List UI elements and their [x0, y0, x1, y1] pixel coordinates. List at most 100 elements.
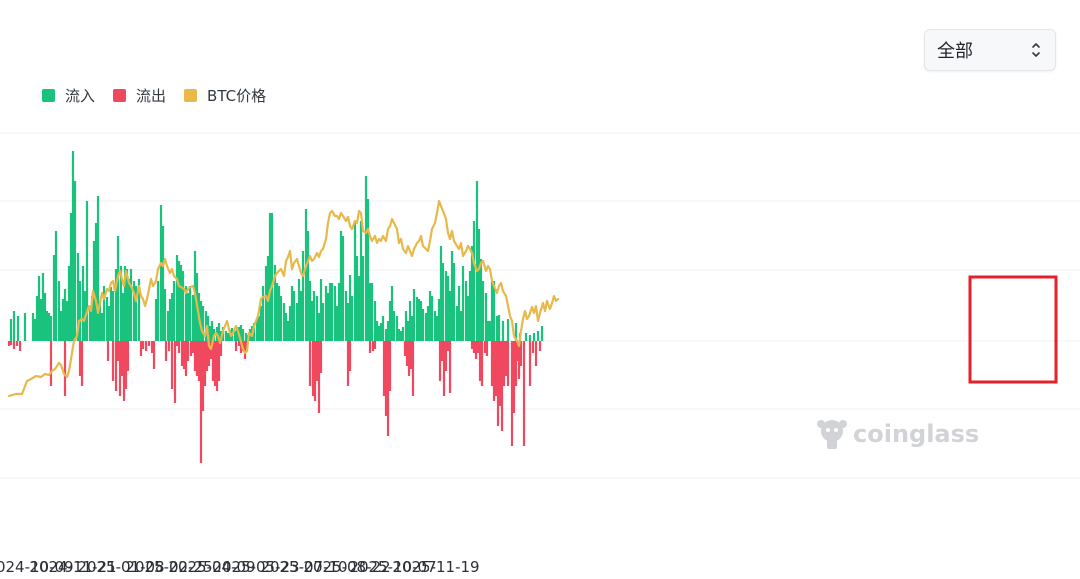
- inflow-bar[interactable]: [417, 299, 421, 341]
- inflow-bar[interactable]: [326, 293, 330, 341]
- outflow-bar[interactable]: [514, 341, 518, 386]
- inflow-bar[interactable]: [315, 296, 319, 341]
- inflow-bar[interactable]: [290, 286, 294, 341]
- inflow-bar[interactable]: [308, 281, 312, 341]
- inflow-bar[interactable]: [41, 273, 45, 341]
- outflow-bar[interactable]: [144, 341, 148, 351]
- outflow-bar[interactable]: [313, 341, 317, 401]
- inflow-bar[interactable]: [159, 205, 163, 341]
- inflow-bar[interactable]: [170, 293, 174, 341]
- inflow-bar[interactable]: [475, 181, 479, 341]
- outflow-bar[interactable]: [386, 341, 390, 436]
- outflow-bar[interactable]: [12, 341, 16, 349]
- inflow-bar[interactable]: [301, 251, 305, 341]
- inflow-bar[interactable]: [399, 331, 403, 341]
- inflow-bar[interactable]: [346, 303, 350, 341]
- outflow-bar[interactable]: [152, 341, 156, 369]
- inflow-bar[interactable]: [35, 296, 39, 341]
- inflow-bar[interactable]: [279, 296, 283, 341]
- inflow-bar[interactable]: [54, 231, 58, 341]
- outflow-bar[interactable]: [538, 341, 542, 351]
- inflow-bar[interactable]: [406, 321, 410, 341]
- outflow-bar[interactable]: [470, 341, 474, 349]
- inflow-bar[interactable]: [452, 263, 456, 341]
- inflow-bar[interactable]: [43, 293, 47, 341]
- inflow-bar[interactable]: [226, 333, 230, 341]
- outflow-bar[interactable]: [444, 341, 448, 371]
- outflow-bar[interactable]: [80, 341, 84, 386]
- outflow-bar[interactable]: [483, 341, 487, 353]
- inflow-bar[interactable]: [16, 316, 20, 341]
- inflow-bar[interactable]: [59, 311, 63, 341]
- inflow-bar[interactable]: [464, 281, 468, 341]
- outflow-bar[interactable]: [141, 341, 145, 349]
- outflow-bar[interactable]: [201, 341, 205, 411]
- inflow-bar[interactable]: [466, 296, 470, 341]
- inflow-bar[interactable]: [45, 311, 49, 341]
- outflow-bar[interactable]: [114, 341, 118, 391]
- outflow-bar[interactable]: [472, 341, 476, 353]
- inflow-bar[interactable]: [426, 306, 430, 341]
- inflow-bar[interactable]: [69, 213, 73, 341]
- outflow-bar[interactable]: [170, 341, 174, 389]
- inflow-bar[interactable]: [33, 319, 37, 341]
- inflow-bar[interactable]: [381, 316, 385, 341]
- outflow-bar[interactable]: [438, 341, 442, 381]
- inflow-bar[interactable]: [288, 306, 292, 341]
- outflow-bar[interactable]: [510, 341, 514, 446]
- inflow-bar[interactable]: [264, 266, 268, 341]
- outflow-bar[interactable]: [186, 341, 190, 361]
- inflow-bar[interactable]: [506, 319, 510, 341]
- inflow-bar[interactable]: [100, 313, 104, 341]
- outflow-bar[interactable]: [504, 341, 508, 376]
- inflow-bar[interactable]: [430, 296, 434, 341]
- inflow-bar[interactable]: [437, 299, 441, 341]
- inflow-bar[interactable]: [163, 289, 167, 341]
- outflow-bar[interactable]: [106, 341, 110, 361]
- inflow-bar[interactable]: [459, 311, 463, 341]
- outflow-bar[interactable]: [308, 341, 312, 386]
- outflow-bar[interactable]: [446, 341, 450, 351]
- inflow-bar[interactable]: [65, 301, 69, 341]
- inflow-bar[interactable]: [270, 213, 274, 341]
- inflow-bar[interactable]: [61, 299, 65, 341]
- outflow-bar[interactable]: [122, 341, 126, 401]
- legend-item-inflow[interactable]: 流入: [42, 85, 95, 106]
- outflow-bar[interactable]: [502, 341, 506, 386]
- inflow-bar[interactable]: [370, 283, 374, 341]
- inflow-bar[interactable]: [191, 295, 195, 341]
- outflow-bar[interactable]: [317, 341, 321, 413]
- inflow-bar[interactable]: [384, 329, 388, 341]
- outflow-bar[interactable]: [411, 341, 415, 396]
- inflow-bar[interactable]: [63, 289, 67, 341]
- inflow-bar[interactable]: [261, 286, 265, 341]
- outflow-bar[interactable]: [496, 341, 500, 426]
- inflow-bar[interactable]: [368, 283, 372, 341]
- inflow-bar[interactable]: [488, 321, 492, 341]
- inflow-bar[interactable]: [57, 281, 61, 341]
- outflow-bar[interactable]: [237, 341, 241, 346]
- inflow-bar[interactable]: [444, 271, 448, 341]
- outflow-bar[interactable]: [147, 341, 151, 346]
- outflow-bar[interactable]: [234, 341, 238, 351]
- inflow-bar[interactable]: [388, 301, 392, 341]
- inflow-bar[interactable]: [421, 309, 425, 341]
- inflow-bar[interactable]: [177, 261, 181, 341]
- outflow-bar[interactable]: [440, 341, 444, 361]
- inflow-bar[interactable]: [299, 291, 303, 341]
- inflow-bar[interactable]: [295, 303, 299, 341]
- inflow-bar[interactable]: [166, 311, 170, 341]
- inflow-bar[interactable]: [450, 251, 454, 341]
- inflow-bar[interactable]: [386, 321, 390, 341]
- inflow-bar[interactable]: [446, 276, 450, 341]
- inflow-bar[interactable]: [353, 221, 357, 341]
- inflow-bar[interactable]: [357, 276, 361, 341]
- inflow-bar[interactable]: [321, 303, 325, 341]
- outflow-bar[interactable]: [448, 341, 452, 393]
- outflow-bar[interactable]: [78, 341, 82, 376]
- outflow-bar[interactable]: [175, 341, 179, 346]
- inflow-bar[interactable]: [495, 316, 499, 341]
- inflow-bar[interactable]: [335, 306, 339, 341]
- outflow-bar[interactable]: [498, 341, 502, 406]
- inflow-bar[interactable]: [81, 266, 85, 341]
